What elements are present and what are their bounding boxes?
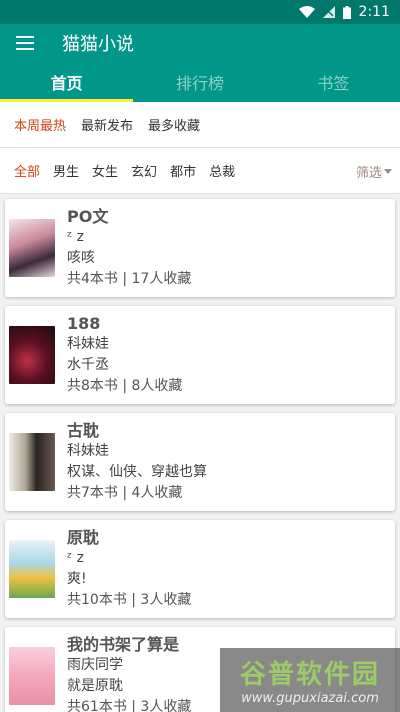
watermark-title: 谷普软件园 bbox=[239, 660, 380, 690]
chevron-down-icon bbox=[384, 168, 392, 174]
category-male[interactable]: 男生 bbox=[53, 161, 79, 180]
booklist-card[interactable]: 188 科妹娃 水千丞 共8本书 | 8人收藏 bbox=[5, 306, 395, 404]
booklist-title: 188 bbox=[67, 314, 101, 333]
category-fantasy[interactable]: 玄幻 bbox=[131, 161, 157, 180]
booklist-card[interactable]: 古耽 科妹娃 权谋、仙侠、穿越也算 共7本书 | 4人收藏 bbox=[5, 413, 395, 511]
booklist-meta: 共8本书 | 8人收藏 bbox=[67, 378, 183, 394]
book-cover bbox=[9, 647, 55, 705]
tab-indicator bbox=[0, 99, 133, 102]
booklist: PO文 ᶻ z 咳咳 共4本书 | 17人收藏 188 科妹娃 水千丞 共8本书… bbox=[0, 194, 400, 712]
book-cover bbox=[9, 433, 55, 491]
booklist-author: 雨庆同学 bbox=[67, 657, 123, 673]
booklist-description: 权谋、仙侠、穿越也算 bbox=[67, 464, 207, 480]
app-bar: 猫猫小说 bbox=[0, 24, 400, 62]
sort-weekly-hot[interactable]: 本周最热 bbox=[14, 115, 66, 134]
booklist-title: 原耽 bbox=[67, 528, 100, 547]
app-title: 猫猫小说 bbox=[62, 34, 134, 55]
booklist-title: PO文 bbox=[67, 207, 109, 226]
category-urban[interactable]: 都市 bbox=[170, 161, 196, 180]
booklist-meta: 共4本书 | 17人收藏 bbox=[67, 271, 192, 287]
status-time: 2:11 bbox=[358, 4, 390, 20]
category-bar: 全部 男生 女生 玄幻 都市 总裁 筛选 bbox=[0, 148, 400, 194]
booklist-author: ᶻ z bbox=[67, 550, 84, 566]
battery-icon bbox=[342, 5, 351, 19]
booklist-description: 爽! bbox=[67, 571, 87, 587]
wifi-icon bbox=[298, 6, 315, 18]
booklist-card[interactable]: 原耽 ᶻ z 爽! 共10本书 | 3人收藏 bbox=[5, 520, 395, 618]
booklist-meta: 共10本书 | 3人收藏 bbox=[67, 592, 192, 608]
menu-icon[interactable] bbox=[16, 36, 34, 50]
booklist-author: ᶻ z bbox=[67, 229, 84, 245]
sort-newest[interactable]: 最新发布 bbox=[81, 115, 133, 134]
booklist-description: 就是原耽 bbox=[67, 678, 123, 694]
status-bar: 2:11 bbox=[0, 0, 400, 24]
book-cover bbox=[9, 540, 55, 598]
booklist-meta: 共7本书 | 4人收藏 bbox=[67, 485, 183, 501]
category-female[interactable]: 女生 bbox=[92, 161, 118, 180]
signal-icon bbox=[322, 6, 335, 18]
tab-home[interactable]: 首页 bbox=[0, 62, 133, 102]
booklist-title: 古耽 bbox=[67, 421, 100, 440]
booklist-description: 咳咳 bbox=[67, 250, 95, 266]
book-cover bbox=[9, 219, 55, 277]
category-all[interactable]: 全部 bbox=[14, 161, 40, 180]
tab-bar: 首页 排行榜 书签 bbox=[0, 62, 400, 102]
sort-most-favorited[interactable]: 最多收藏 bbox=[148, 115, 200, 134]
category-ceo[interactable]: 总裁 bbox=[209, 161, 235, 180]
booklist-card[interactable]: PO文 ᶻ z 咳咳 共4本书 | 17人收藏 bbox=[5, 199, 395, 297]
tab-ranking[interactable]: 排行榜 bbox=[133, 62, 266, 102]
book-cover bbox=[9, 326, 55, 384]
booklist-meta: 共61本书 | 3人收藏 bbox=[67, 699, 192, 712]
watermark: 谷普软件园 www.gupuxiazai.com bbox=[220, 648, 400, 712]
watermark-url: www.gupuxiazai.com bbox=[241, 691, 379, 706]
tab-bookmarks[interactable]: 书签 bbox=[267, 62, 400, 102]
booklist-author: 科妹娃 bbox=[67, 336, 109, 352]
booklist-author: 科妹娃 bbox=[67, 443, 109, 459]
sort-bar: 本周最热 最新发布 最多收藏 bbox=[0, 102, 400, 148]
filter-button[interactable]: 筛选 bbox=[356, 148, 392, 194]
filter-label: 筛选 bbox=[355, 165, 382, 181]
booklist-description: 水千丞 bbox=[67, 357, 109, 373]
booklist-title: 我的书架了算是 bbox=[67, 635, 180, 654]
